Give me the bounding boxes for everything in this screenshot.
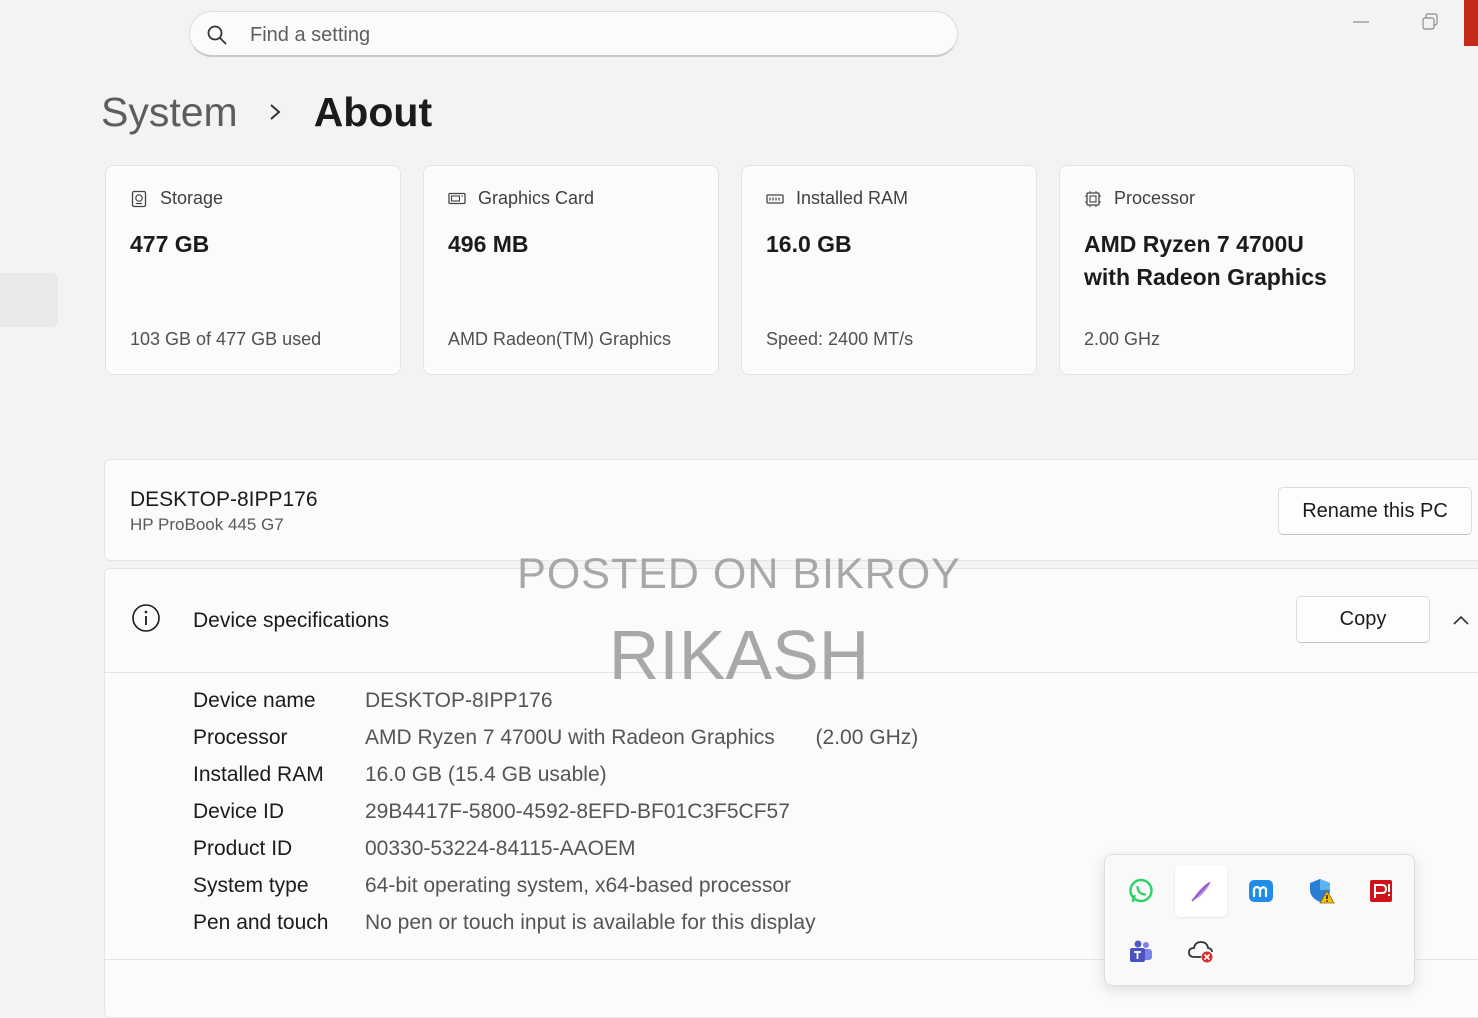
spec-key: Pen and touch	[193, 911, 329, 934]
spec-value: DESKTOP-8IPP176	[365, 689, 553, 712]
ms-app-icon	[1249, 880, 1273, 902]
graphics-card-card[interactable]: Graphics Card 496 MB AMD Radeon(TM) Grap…	[423, 165, 719, 375]
teams-icon	[1130, 940, 1152, 962]
breadcrumb: System About	[101, 84, 432, 140]
whatsapp-tray-item[interactable]	[1115, 865, 1167, 917]
page-title: About	[313, 88, 433, 135]
close-button[interactable]	[1464, 0, 1478, 46]
spec-row: Pen and touch No pen or touch input is a…	[193, 909, 918, 946]
pdf-reader-tray-item[interactable]	[1355, 865, 1407, 917]
rename-pc-button[interactable]: Rename this PC	[1278, 487, 1472, 535]
teams-tray-item[interactable]	[1115, 925, 1167, 977]
windows-security-tray-item[interactable]	[1295, 865, 1347, 917]
card-label: Storage	[160, 188, 224, 208]
spec-key: Processor	[193, 726, 288, 749]
chevron-right-icon	[270, 104, 281, 120]
spec-value: 29B4417F-5800-4592-8EFD-BF01C3F5CF57	[365, 800, 790, 823]
processor-card[interactable]: Processor AMD Ryzen 7 4700U with Radeon …	[1059, 165, 1355, 375]
processor-icon	[1085, 190, 1101, 207]
spec-value: 64-bit operating system, x64-based proce…	[365, 874, 792, 897]
card-value: AMD Ryzen 7 4700U with Radeon Graphics	[1084, 231, 1327, 290]
security-warning-icon	[1310, 879, 1335, 904]
spec-value: AMD Ryzen 7 4700U with Radeon Graphics (…	[365, 726, 919, 749]
spec-list: Device name DESKTOP-8IPP176 Processor AM…	[193, 687, 918, 946]
card-subtext: 2.00 GHz	[1084, 329, 1161, 349]
pc-name: DESKTOP-8IPP176	[130, 488, 318, 511]
card-subtext: AMD Radeon(TM) Graphics	[448, 329, 672, 349]
tray-overflow-flyout	[1104, 854, 1415, 986]
card-value: 16.0 GB	[766, 231, 852, 257]
pc-model: HP ProBook 445 G7	[130, 515, 284, 534]
spec-key: Product ID	[193, 837, 293, 860]
spec-row: Processor AMD Ryzen 7 4700U with Radeon …	[193, 724, 918, 761]
chevron-up-icon[interactable]	[1450, 609, 1472, 631]
sidebar-selection[interactable]	[0, 273, 58, 327]
installed-ram-card[interactable]: Installed RAM 16.0 GB Speed: 2400 MT/s	[741, 165, 1037, 375]
spec-key: Device ID	[193, 800, 285, 823]
device-specifications-header[interactable]: Device specifications Copy	[105, 569, 1478, 673]
search-input[interactable]	[248, 20, 932, 50]
ms-app-tray-item[interactable]	[1235, 865, 1287, 917]
card-label: Installed RAM	[796, 188, 909, 208]
storage-icon	[131, 190, 147, 207]
card-value: 477 GB	[130, 231, 210, 257]
spec-row: Device ID 29B4417F-5800-4592-8EFD-BF01C3…	[193, 798, 918, 835]
device-specifications-title: Device specifications	[193, 609, 390, 632]
copy-button[interactable]: Copy	[1296, 596, 1430, 643]
whatsapp-icon	[1129, 878, 1153, 903]
pen-app-icon	[1191, 881, 1211, 902]
ram-icon	[766, 193, 784, 204]
card-label: Processor	[1114, 188, 1196, 208]
card-subtext: 103 GB of 477 GB used	[130, 329, 322, 349]
card-subtext: Speed: 2400 MT/s	[766, 329, 914, 349]
card-value: 496 MB	[448, 231, 529, 257]
spec-value: 00330-53224-84115-AAOEM	[365, 837, 636, 860]
search-box[interactable]	[189, 11, 958, 57]
breadcrumb-system-link[interactable]: System	[101, 89, 238, 136]
spec-value: No pen or touch input is available for t…	[365, 911, 816, 934]
spec-key: Installed RAM	[193, 763, 324, 786]
restore-icon[interactable]	[1416, 8, 1444, 36]
spec-row: Device name DESKTOP-8IPP176	[193, 687, 918, 724]
search-icon	[207, 25, 227, 45]
pc-name-panel: DESKTOP-8IPP176 HP ProBook 445 G7 Rename…	[104, 459, 1478, 561]
spec-row: Installed RAM 16.0 GB (15.4 GB usable)	[193, 761, 918, 798]
spec-row: Product ID 00330-53224-84115-AAOEM	[193, 835, 918, 872]
info-icon	[132, 604, 160, 632]
pdf-reader-icon	[1370, 880, 1392, 902]
pen-app-tray-item[interactable]	[1175, 865, 1227, 917]
minimize-icon[interactable]	[1347, 8, 1375, 36]
spec-key: System type	[193, 874, 309, 897]
storage-card[interactable]: Storage 477 GB 103 GB of 477 GB used	[105, 165, 401, 375]
spec-key: Device name	[193, 689, 316, 712]
graphics-card-icon	[448, 192, 466, 204]
spec-value: 16.0 GB (15.4 GB usable)	[365, 763, 607, 786]
cloud-error-icon	[1188, 941, 1213, 963]
cloud-sync-tray-item[interactable]	[1175, 925, 1227, 977]
spec-row: System type 64-bit operating system, x64…	[193, 872, 918, 909]
card-label: Graphics Card	[478, 188, 595, 208]
